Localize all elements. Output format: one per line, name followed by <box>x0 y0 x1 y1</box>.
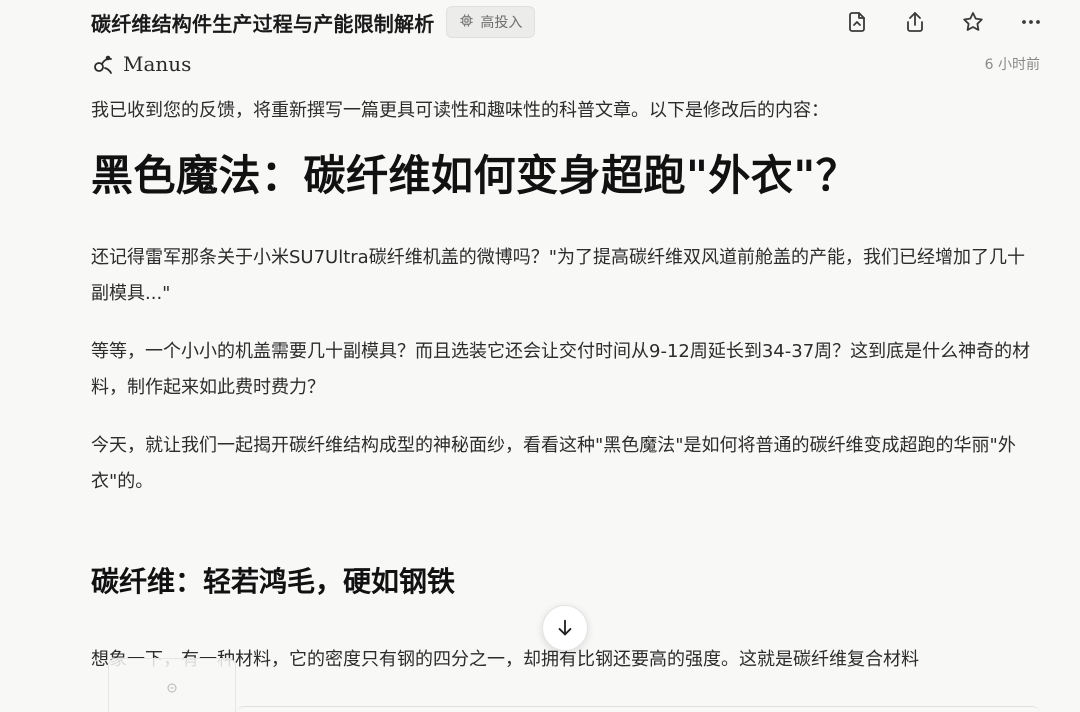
input-bar[interactable] <box>236 706 1040 712</box>
section-heading: 碳纤维：轻若鸿毛，硬如钢铁 <box>91 565 456 598</box>
paragraph: 等等，一个小小的机盖需要几十副模具？而且选装它还会让交付时间从9-12周延长到3… <box>91 341 1031 398</box>
share-button[interactable] <box>886 4 944 40</box>
favorite-button[interactable] <box>944 4 1002 40</box>
file-export-button[interactable] <box>828 4 886 40</box>
file-export-icon <box>849 12 865 32</box>
bottom-panel[interactable] <box>108 658 236 712</box>
scroll-to-bottom-button[interactable] <box>542 605 588 651</box>
high-investment-badge: 高投入 <box>446 6 536 38</box>
timestamp: 6 小时前 <box>984 57 1040 73</box>
chip-icon <box>459 13 474 32</box>
article-content: 我已收到您的反馈，将重新撰写一篇更具可读性和趣味性的科普文章。以下是修改后的内容… <box>91 94 1036 678</box>
more-button[interactable] <box>1002 4 1060 40</box>
author-name: Manus <box>123 52 192 76</box>
badge-label: 高投入 <box>480 15 523 31</box>
page-title: 碳纤维结构件生产过程与产能限制解析 <box>91 11 435 36</box>
chat-bubble-icon <box>167 683 177 693</box>
author-row: Manus 6 小时前 <box>91 50 1040 78</box>
paragraph: 今天，就让我们一起揭开碳纤维结构成型的神秘面纱，看看这种"黑色魔法"是如何将普通… <box>91 435 1016 492</box>
share-icon <box>907 12 923 32</box>
arrow-down-icon <box>558 619 572 636</box>
paragraph: 还记得雷军那条关于小米SU7Ultra碳纤维机盖的微博吗？"为了提高碳纤维双风道… <box>91 247 1025 304</box>
star-icon <box>963 12 983 31</box>
more-icon <box>1022 20 1040 24</box>
intro-text: 我已收到您的反馈，将重新撰写一篇更具可读性和趣味性的科普文章。以下是修改后的内容… <box>91 100 829 121</box>
toolbar <box>828 4 1060 40</box>
article-heading: 黑色魔法：碳纤维如何变身超跑"外衣"？ <box>91 151 859 200</box>
manus-logo-icon <box>94 55 112 74</box>
